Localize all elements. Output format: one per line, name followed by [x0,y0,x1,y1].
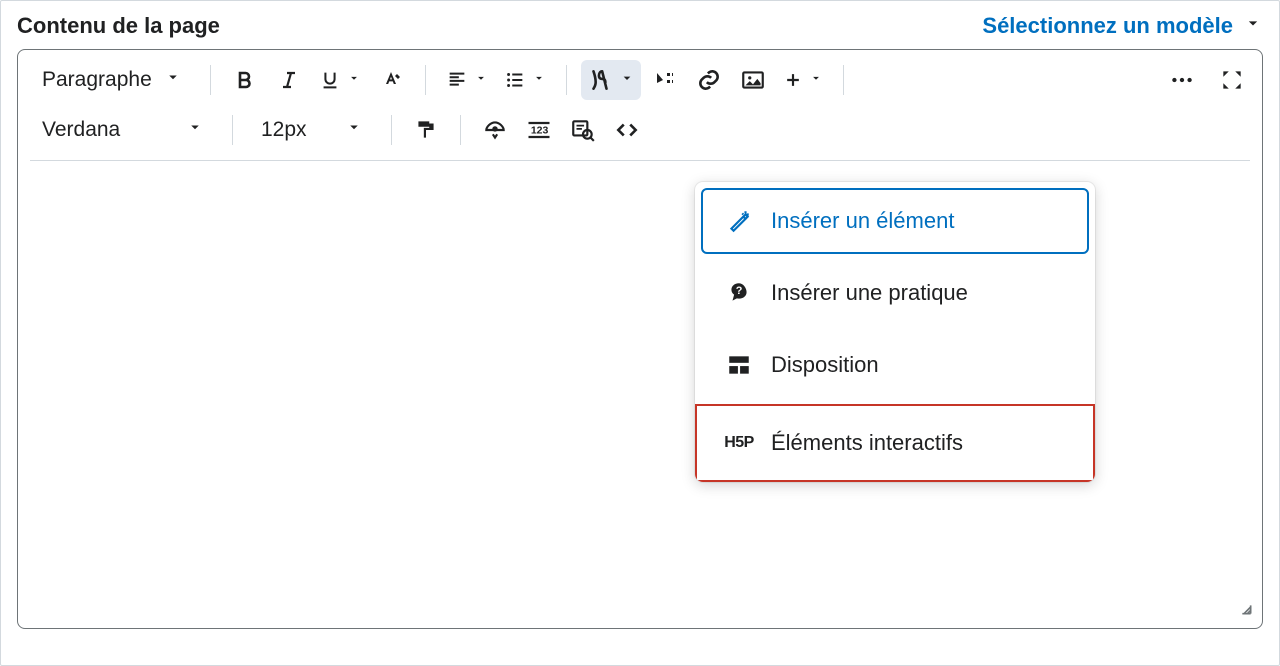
insert-element-label: Insérer un élément [771,208,954,234]
image-button[interactable] [733,60,773,100]
accessibility-checker-button[interactable] [475,110,515,150]
font-size-label: 12px [261,118,307,142]
divider [843,65,844,95]
divider [566,65,567,95]
source-code-button[interactable] [607,110,647,150]
toolbar-bottom-divider [30,160,1250,161]
resize-handle[interactable] [1234,597,1254,622]
page-title: Contenu de la page [17,13,220,39]
media-button[interactable] [645,60,685,100]
text-color-button[interactable] [371,60,411,100]
layout-icon [725,352,753,378]
select-template-link[interactable]: Sélectionnez un modèle [982,13,1263,39]
paragraph-style-label: Paragraphe [42,68,152,92]
chevron-down-icon [532,71,546,90]
font-family-select[interactable]: Verdana [28,110,218,150]
insert-practice-label: Insérer une pratique [771,280,968,306]
insert-practice-item[interactable]: ? Insérer une pratique [701,260,1089,326]
interactive-elements-item[interactable]: H5P Éléments interactifs [695,404,1095,482]
underline-button[interactable] [313,60,367,100]
align-button[interactable] [440,60,494,100]
insert-dropdown-menu: Insérer un élément ? Insérer une pratiqu… [695,182,1095,482]
insert-stuff-button[interactable] [581,60,641,100]
svg-text:123: 123 [531,125,549,137]
h5p-icon: H5P [725,434,753,452]
layout-label: Disposition [771,352,879,378]
page-header: Contenu de la page Sélectionnez un modèl… [1,1,1279,49]
insert-element-item[interactable]: Insérer un élément [701,188,1089,254]
editor-frame: Paragraphe [17,49,1263,629]
magic-wand-icon [725,208,753,234]
svg-text:?: ? [736,285,743,297]
toolbar-row-2: Verdana 12px 123 [28,110,1252,160]
list-button[interactable] [498,60,552,100]
italic-button[interactable] [269,60,309,100]
toolbar: Paragraphe [18,50,1262,160]
format-painter-button[interactable] [406,110,446,150]
fullscreen-button[interactable] [1212,60,1252,100]
word-count-button[interactable]: 123 [519,110,559,150]
font-family-label: Verdana [42,118,120,142]
select-template-label: Sélectionnez un modèle [982,13,1233,39]
chevron-down-icon [345,118,363,142]
chevron-down-icon [347,71,361,90]
divider [425,65,426,95]
more-options-button[interactable] [1162,60,1202,100]
chevron-down-icon [164,68,182,92]
chevron-down-icon [809,71,823,90]
add-more-button[interactable] [777,60,829,100]
question-cloud-icon: ? [725,280,753,306]
bold-button[interactable] [225,60,265,100]
paragraph-style-select[interactable]: Paragraphe [28,60,196,100]
interactive-elements-label: Éléments interactifs [771,430,963,456]
font-size-select[interactable]: 12px [247,110,377,150]
page-wrapper: Contenu de la page Sélectionnez un modèl… [0,0,1280,666]
chevron-down-icon [619,70,635,91]
divider [391,115,392,145]
preview-button[interactable] [563,110,603,150]
layout-item[interactable]: Disposition [701,332,1089,398]
divider [210,65,211,95]
divider [232,115,233,145]
link-button[interactable] [689,60,729,100]
toolbar-row-1: Paragraphe [28,60,1252,110]
divider [460,115,461,145]
toolbar-row-1-right [1162,60,1252,100]
chevron-down-icon [474,71,488,90]
chevron-down-icon [1243,13,1263,39]
chevron-down-icon [186,118,204,142]
toolbar-row-1-left: Paragraphe [28,60,854,100]
